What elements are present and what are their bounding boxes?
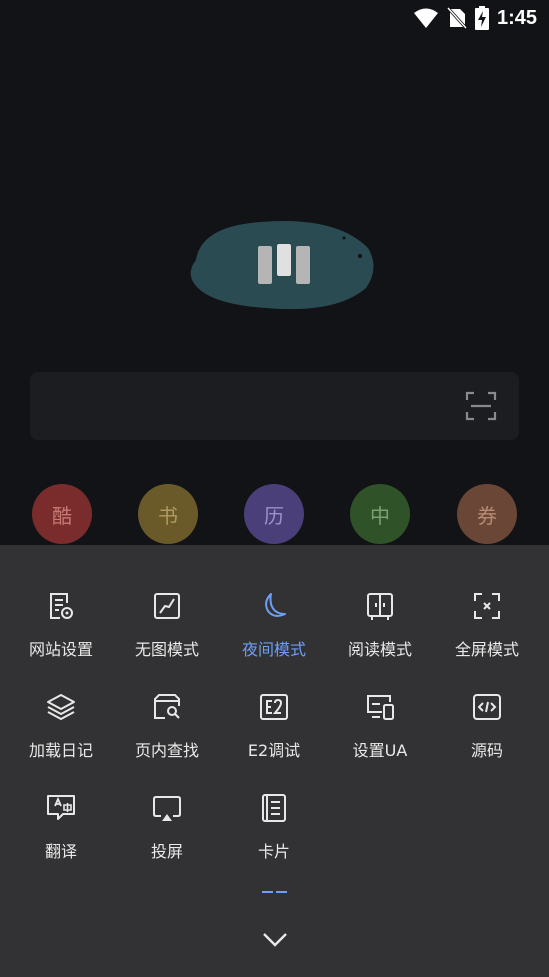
- menu-item-label: 卡片: [257, 842, 290, 861]
- chevron-down-icon[interactable]: [259, 927, 291, 951]
- site-settings-icon: [50, 593, 73, 619]
- find-in-page-icon: [154, 694, 180, 719]
- cast-icon: [153, 796, 181, 821]
- menu-item-site-settings[interactable]: 网站设置: [8, 590, 114, 670]
- menu-item-label: 无图模式: [134, 640, 199, 659]
- menu-item-find-in-page[interactable]: 页内查找: [114, 691, 220, 771]
- layers-icon: [47, 694, 75, 720]
- menu-item-fullscreen-mode[interactable]: 全屏模式: [434, 590, 540, 670]
- devices-icon: [367, 695, 394, 720]
- quick-link-2[interactable]: 书: [138, 484, 198, 544]
- quick-link-label: 历: [264, 503, 284, 528]
- quick-link-label: 券: [477, 503, 497, 528]
- e2-icon: [260, 694, 288, 720]
- menu-item-no-image-mode[interactable]: 无图模式: [114, 590, 220, 670]
- wifi-icon: [413, 8, 438, 28]
- menu-item-translate[interactable]: 翻译: [8, 792, 114, 872]
- status-icons: 1:45: [413, 6, 537, 30]
- quick-link-label: 书: [158, 503, 178, 528]
- menu-item-night-mode[interactable]: 夜间模式: [221, 590, 327, 670]
- menu-item-label: 翻译: [44, 842, 77, 861]
- app-logo: [190, 221, 374, 310]
- menu-item-label: E2调试: [247, 741, 301, 760]
- quick-link-1[interactable]: 酷: [32, 484, 92, 544]
- scan-icon[interactable]: [465, 390, 497, 422]
- status-time: 1:45: [496, 6, 537, 29]
- menu-item-source-code[interactable]: 源码: [434, 691, 540, 771]
- status-bar: 1:45: [0, 0, 549, 38]
- menu-item-set-ua[interactable]: 设置UA: [327, 691, 433, 771]
- reader-icon: [367, 593, 393, 620]
- no-image-icon: [154, 593, 180, 619]
- menu-item-label: 投屏: [150, 842, 183, 861]
- menu-item-label: 页内查找: [134, 741, 199, 760]
- menu-item-label: 全屏模式: [454, 640, 519, 659]
- menu-item-label: 夜间模式: [241, 640, 306, 659]
- menu-item-label: 阅读模式: [347, 640, 412, 659]
- quick-link-label: 中: [370, 503, 390, 528]
- moon-icon: [265, 593, 286, 617]
- menu-item-e2-debug[interactable]: E2调试: [221, 691, 327, 771]
- menu-item-reader-mode[interactable]: 阅读模式: [327, 590, 433, 670]
- menu-item-card[interactable]: 卡片: [221, 792, 327, 872]
- no-sim-icon: [446, 7, 467, 29]
- battery-charging-icon: [474, 6, 489, 30]
- quick-link-3[interactable]: 历: [244, 484, 304, 544]
- page-indicator: [262, 891, 287, 893]
- menu-item-label: 设置UA: [352, 741, 408, 760]
- code-icon: [473, 694, 501, 720]
- quick-link-5[interactable]: 券: [457, 484, 517, 544]
- quick-links: 酷 书 历 中 券: [0, 484, 549, 546]
- tools-menu-sheet: 网站设置 无图模式 夜间模式 阅读模式 全屏模式 加载日记 页内查找 E2调试 …: [0, 545, 549, 977]
- menu-item-label: 源码: [470, 741, 503, 760]
- menu-item-label: 网站设置: [28, 640, 93, 659]
- menu-item-load-log[interactable]: 加载日记: [8, 691, 114, 771]
- quick-link-label: 酷: [52, 503, 72, 528]
- fullscreen-icon: [474, 593, 500, 619]
- card-icon: [262, 794, 286, 822]
- menu-item-label: 加载日记: [28, 741, 93, 760]
- menu-item-cast[interactable]: 投屏: [114, 792, 220, 872]
- search-box[interactable]: [30, 372, 519, 440]
- translate-icon: [47, 795, 75, 820]
- quick-link-4[interactable]: 中: [350, 484, 410, 544]
